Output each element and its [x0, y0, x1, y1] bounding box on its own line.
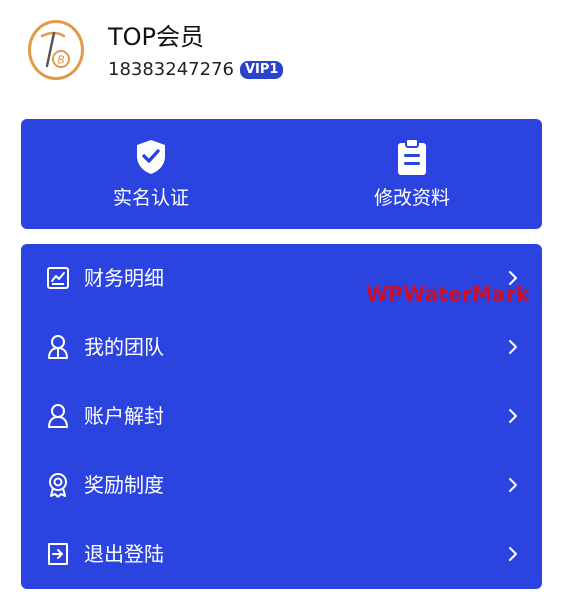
watermark: WPWaterMark [366, 282, 530, 306]
pickaxe-coin-icon: B [40, 31, 70, 68]
award-icon [45, 472, 71, 498]
shield-check-icon [133, 137, 169, 177]
member-center-page: B TOP会员 18383247276 VIP1 实名认证 修改资料 财务明细 … [0, 0, 566, 603]
menu-item-label: 账户解封 [84, 404, 164, 428]
real-name-verify-button[interactable]: 实名认证 [21, 119, 281, 229]
avatar[interactable]: B [28, 20, 84, 80]
vip-badge: VIP1 [239, 61, 284, 79]
clipboard-icon [394, 137, 430, 177]
team-icon [45, 334, 71, 360]
phone-row: 18383247276 VIP1 [108, 58, 284, 82]
edit-profile-button[interactable]: 修改资料 [282, 119, 542, 229]
menu-item-account-unfreeze[interactable]: 账户解封 [21, 382, 542, 450]
chart-icon [45, 265, 71, 291]
menu-item-label: 财务明细 [84, 266, 164, 290]
menu-item-reward-system[interactable]: 奖励制度 [21, 451, 542, 519]
menu-item-my-team[interactable]: 我的团队 [21, 313, 542, 381]
menu-item-label: 奖励制度 [84, 473, 164, 497]
user-phone: 18383247276 [108, 59, 234, 80]
menu-item-label: 我的团队 [84, 335, 164, 359]
chevron-right-icon [509, 409, 517, 423]
chevron-right-icon [509, 478, 517, 492]
menu-item-label: 退出登陆 [84, 542, 164, 566]
user-icon [45, 403, 71, 429]
chevron-right-icon [509, 340, 517, 354]
action-card: 实名认证 修改资料 [21, 119, 542, 229]
menu-item-logout[interactable]: 退出登陆 [21, 520, 542, 588]
real-name-verify-label: 实名认证 [112, 187, 189, 209]
chevron-right-icon [509, 547, 517, 561]
edit-profile-label: 修改资料 [373, 187, 450, 209]
avatar-letter: B [57, 54, 65, 67]
logout-icon [45, 541, 71, 567]
user-name: TOP会员 [108, 23, 205, 51]
